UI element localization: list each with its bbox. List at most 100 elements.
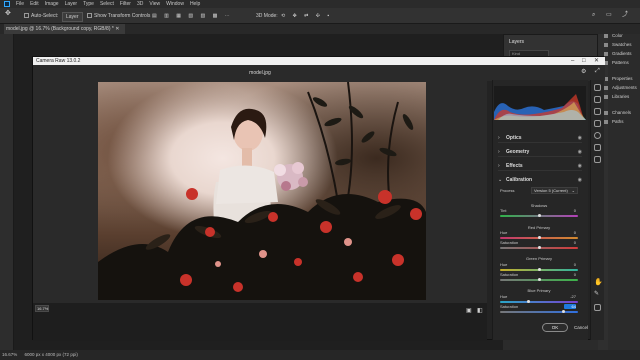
green-hue-slider[interactable] [500, 268, 578, 271]
slider-knob[interactable] [526, 300, 530, 303]
panel-adjustments[interactable]: Adjustments [604, 85, 637, 90]
slider-knob[interactable] [537, 268, 541, 271]
eye-icon[interactable]: ◉ [578, 161, 582, 171]
red-hue-value[interactable]: 0 [564, 230, 576, 235]
menu-window[interactable]: Window [166, 0, 184, 8]
menu-help[interactable]: Help [190, 0, 200, 8]
layers-panel-title[interactable]: Layers [509, 39, 524, 45]
eyedropper-icon[interactable]: ✎ [594, 291, 601, 299]
panel-color[interactable]: Color [604, 33, 623, 38]
panel-libraries[interactable]: Libraries [603, 94, 629, 99]
healing-icon[interactable] [594, 108, 601, 115]
document-tab[interactable]: model.jpg @ 16.7% (Background copy, RGB/… [4, 24, 126, 34]
filmstrip-icon[interactable]: ▣ [466, 307, 472, 314]
camera-raw-footer [33, 303, 487, 341]
slider-knob[interactable] [537, 246, 541, 249]
shadows-tint-slider[interactable] [500, 214, 578, 217]
show-transform-label: Show Transform Controls [94, 13, 151, 19]
slider-knob[interactable] [562, 310, 566, 313]
shadows-tint-label: Tint [500, 208, 507, 213]
show-transform-checkbox[interactable]: Show Transform Controls [87, 12, 150, 20]
settings-gear-icon[interactable]: ⚙ [581, 68, 586, 75]
blue-hue-slider[interactable] [500, 300, 578, 303]
menu-edit[interactable]: Edit [30, 0, 39, 8]
panel-patterns[interactable]: Patterns [604, 60, 629, 65]
eye-icon[interactable]: ◉ [578, 175, 582, 185]
blue-saturation-slider[interactable] [500, 310, 578, 313]
checkbox-icon [87, 13, 92, 19]
auto-select-label: Auto-Select: [31, 13, 59, 19]
maximize-icon[interactable]: □ [582, 57, 586, 65]
move-tool-icon[interactable]: ✥ [5, 10, 11, 18]
red-saturation-slider[interactable] [500, 246, 578, 249]
section-geometry[interactable]: › Geometry ◉ [498, 147, 582, 157]
blue-hue-value[interactable]: -27 [564, 294, 576, 299]
workspace-icon[interactable]: ▭ [606, 11, 612, 19]
photo-preview [98, 82, 426, 300]
status-zoom[interactable]: 16.67% [2, 352, 17, 357]
menu-3d[interactable]: 3D [137, 0, 143, 8]
presets-icon[interactable] [594, 156, 601, 163]
red-saturation-value[interactable]: 0 [564, 240, 576, 245]
menu-file[interactable]: File [16, 0, 24, 8]
grid-icon[interactable] [594, 304, 601, 311]
panel-channels[interactable]: Channels [603, 110, 631, 115]
auto-select-checkbox[interactable]: Auto-Select: [24, 12, 58, 20]
red-eye-icon[interactable] [594, 144, 601, 151]
chevron-down-icon: ⌄ [571, 188, 575, 193]
section-optics-label: Optics [506, 135, 522, 141]
document-tab-title: model.jpg @ 16.7% (Background copy, RGB/… [6, 26, 114, 32]
3d-mode-icons[interactable]: ⟲ ✥ ⇄ ✣ ▪ [281, 12, 332, 20]
panel-properties[interactable]: Properties [604, 76, 633, 81]
search-icon[interactable]: ⌕ [592, 11, 595, 19]
camera-raw-filename: model.jpg [249, 70, 271, 76]
section-effects[interactable]: › Effects ◉ [498, 161, 582, 171]
green-saturation-slider[interactable] [500, 278, 578, 281]
share-icon[interactable]: ⤴ [622, 11, 628, 19]
shadows-tint-value[interactable]: 0 [564, 208, 576, 213]
edit-icon[interactable] [594, 84, 601, 91]
panel-gradients[interactable]: Gradients [604, 51, 632, 56]
hand-icon[interactable]: ✋ [594, 279, 603, 287]
section-calibration[interactable]: ⌄ Calibration ◉ [498, 175, 582, 185]
crop-icon[interactable] [594, 96, 601, 103]
menu-type[interactable]: Type [83, 0, 94, 8]
slider-knob[interactable] [537, 236, 541, 239]
process-label: Process [500, 188, 515, 193]
status-bar: 16.67% 6000 px x 4000 px (72 ppi) [0, 350, 640, 360]
menu-filter[interactable]: Filter [120, 0, 131, 8]
align-icons[interactable]: ▤ ▥ ▦ ▧ ▨ ▩ ⋯ [152, 12, 233, 20]
document-tab-bar: model.jpg @ 16.7% (Background copy, RGB/… [0, 24, 640, 34]
zoom-level-select[interactable]: 16.7% [35, 305, 49, 312]
slider-knob[interactable] [537, 214, 541, 217]
fullscreen-icon[interactable]: ⤢ [595, 68, 600, 75]
panel-paths[interactable]: Paths [604, 119, 624, 124]
green-hue-value[interactable]: 0 [564, 262, 576, 267]
before-after-icon[interactable]: ◧ [477, 307, 483, 314]
radial-filter-icon[interactable] [594, 132, 601, 139]
close-icon[interactable]: ✕ [594, 57, 599, 65]
slider-knob[interactable] [537, 278, 541, 281]
histogram [494, 86, 586, 120]
menu-layer[interactable]: Layer [65, 0, 78, 8]
brush-icon[interactable] [594, 120, 601, 127]
auto-select-dropdown[interactable]: Layer [62, 12, 83, 22]
section-optics[interactable]: › Optics ◉ [498, 133, 582, 143]
eye-icon[interactable]: ◉ [578, 133, 582, 143]
menu-view[interactable]: View [149, 0, 160, 8]
photoshop-logo-icon[interactable] [4, 1, 10, 7]
panel-swatches[interactable]: Swatches [604, 42, 632, 47]
blue-saturation-value[interactable]: 64 [564, 304, 576, 309]
eye-icon[interactable]: ◉ [578, 147, 582, 157]
ok-button[interactable]: OK [542, 323, 568, 332]
chevron-down-icon: ⌄ [498, 177, 503, 183]
menu-select[interactable]: Select [100, 0, 114, 8]
menu-image[interactable]: Image [45, 0, 59, 8]
red-hue-slider[interactable] [500, 236, 578, 239]
green-saturation-value[interactable]: 0 [564, 272, 576, 277]
cancel-button[interactable]: Cancel [574, 323, 594, 332]
minimize-icon[interactable]: – [571, 57, 574, 65]
tools-panel [0, 34, 14, 350]
green-hue-label: Hue [500, 262, 508, 267]
process-version-select[interactable]: Version 5 (Current) ⌄ [531, 187, 578, 194]
